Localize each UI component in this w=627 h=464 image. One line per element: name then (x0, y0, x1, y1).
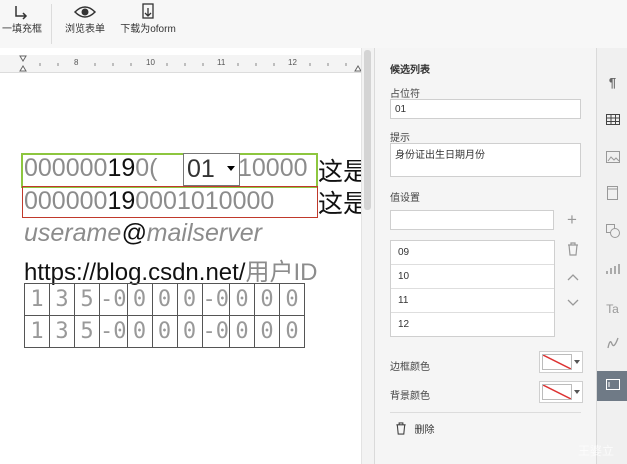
comb-field-table[interactable]: 1 3 5 -0 0 0 0 -0 0 0 0 1 3 5 -0 0 0 0 -… (24, 283, 305, 348)
border-color-picker[interactable] (539, 351, 583, 373)
horizontal-ruler[interactable]: 8 10 11 12 (0, 55, 373, 73)
table-icon[interactable] (597, 106, 627, 136)
table-row: 1 3 5 -0 0 0 0 -0 0 0 0 (24, 283, 305, 316)
chevron-down-icon (574, 390, 580, 394)
comb-cell: 1 (24, 315, 50, 348)
email-field[interactable]: userame@mailserver (24, 219, 262, 248)
signature-icon[interactable] (597, 331, 627, 361)
download-oform-button[interactable]: 下载为oform (115, 0, 181, 48)
comb-cell: 0 (254, 315, 280, 348)
comb-cell: 0 (254, 283, 280, 316)
comb-cell: 0 (176, 315, 203, 348)
delete-button[interactable]: 删除 (395, 422, 434, 440)
comb-cell: 0 (126, 283, 153, 316)
line-2: 000000190001010000 (24, 187, 275, 215)
line-1: 000000190( (24, 154, 158, 182)
comb-cell: -0 (201, 315, 230, 348)
toolbar-separator (51, 4, 52, 44)
ruler-tick: 12 (288, 58, 297, 67)
trash-icon (396, 422, 406, 435)
right-icon-bar: ¶ Ta (596, 48, 627, 464)
bg-color-picker[interactable] (539, 381, 583, 403)
value-settings-label: 值设置 (390, 193, 420, 204)
download-icon (115, 2, 181, 24)
list-item[interactable]: 09 (391, 241, 554, 265)
url-field[interactable]: https://blog.csdn.net/用户ID (24, 252, 317, 287)
preview-form-label: 浏览表单 (65, 24, 105, 35)
comb-cell: 5 (74, 283, 100, 316)
image-icon[interactable] (597, 144, 627, 174)
hint-label: 提示 (390, 133, 410, 144)
ruler-tick: 10 (146, 58, 155, 67)
chevron-down-icon[interactable] (567, 294, 579, 310)
form-settings-icon[interactable] (597, 371, 627, 401)
comb-cell: 5 (74, 315, 100, 348)
comb-cell: -0 (99, 283, 128, 316)
arrow-right-icon (0, 2, 44, 24)
document-area[interactable]: 000000190( 10000 这是 01 00000019000101000… (0, 73, 361, 464)
chevron-down-icon (574, 360, 580, 364)
ruler-tick: 11 (217, 58, 226, 67)
eye-icon (60, 2, 110, 24)
bg-color-label: 背景颜色 (390, 391, 430, 402)
comb-cell: 0 (229, 315, 255, 348)
comb-cell: 3 (49, 283, 75, 316)
preview-form-button[interactable]: 浏览表单 (60, 0, 110, 48)
ruler-gap (0, 48, 373, 55)
fill-box-button[interactable]: 一填充框 (0, 0, 44, 48)
header-footer-icon[interactable] (597, 181, 627, 211)
comb-cell: 0 (176, 283, 203, 316)
divider (390, 412, 581, 413)
placeholder-input[interactable] (390, 99, 581, 119)
download-oform-label: 下载为oform (120, 24, 176, 35)
comb-cell: 0 (151, 315, 178, 348)
comb-cell: 1 (24, 283, 50, 316)
chevron-up-icon[interactable] (567, 268, 579, 284)
watermark: 王婆立 (578, 444, 615, 458)
line-1-suffix: 10000 (238, 154, 308, 182)
toolbar: 一填充框 浏览表单 下载为oform (0, 0, 627, 49)
comb-cell: 0 (151, 283, 178, 316)
panel-title: 候选列表 (390, 65, 430, 76)
form-settings-panel: 候选列表 占位符 提示 身份证出生日期月份 值设置 + 09 10 11 12 … (374, 48, 597, 464)
comb-cell: 0 (126, 315, 153, 348)
paragraph-icon[interactable]: ¶ (597, 68, 627, 98)
fill-box-label: 一填充框 (2, 24, 42, 35)
comb-cell: 3 (49, 315, 75, 348)
list-item[interactable]: 12 (391, 313, 554, 336)
value-list[interactable]: 09 10 11 12 (390, 240, 555, 337)
hint-textarea[interactable]: 身份证出生日期月份 (390, 143, 581, 177)
border-color-label: 边框颜色 (390, 362, 430, 373)
comb-cell: 0 (279, 315, 305, 348)
new-value-input[interactable] (390, 210, 554, 230)
dropdown-control[interactable]: 01 (183, 153, 240, 186)
vertical-scrollbar[interactable] (361, 48, 374, 464)
line-1-trail: 这是 (318, 158, 361, 186)
shape-icon[interactable] (597, 219, 627, 249)
dropdown-value: 01 (187, 155, 215, 183)
list-item[interactable]: 11 (391, 289, 554, 313)
comb-cell: -0 (99, 315, 128, 348)
ruler-tick: 8 (74, 58, 79, 67)
chevron-down-icon[interactable] (227, 166, 235, 171)
plus-icon[interactable]: + (567, 210, 577, 230)
trash-icon[interactable] (567, 242, 579, 259)
placeholder-label: 占位符 (390, 89, 420, 100)
color-swatch (542, 384, 572, 400)
scrollbar-thumb[interactable] (364, 50, 371, 210)
line-2-trail: 这是 (318, 190, 361, 218)
color-swatch (542, 354, 572, 370)
table-row: 1 3 5 -0 0 0 0 -0 0 0 0 (24, 315, 305, 348)
comb-cell: 0 (279, 283, 305, 316)
chart-icon[interactable] (597, 256, 627, 286)
comb-cell: -0 (201, 283, 230, 316)
text-art-icon[interactable]: Ta (597, 294, 627, 324)
comb-cell: 0 (229, 283, 255, 316)
delete-label: 删除 (414, 425, 435, 436)
list-item[interactable]: 10 (391, 265, 554, 289)
